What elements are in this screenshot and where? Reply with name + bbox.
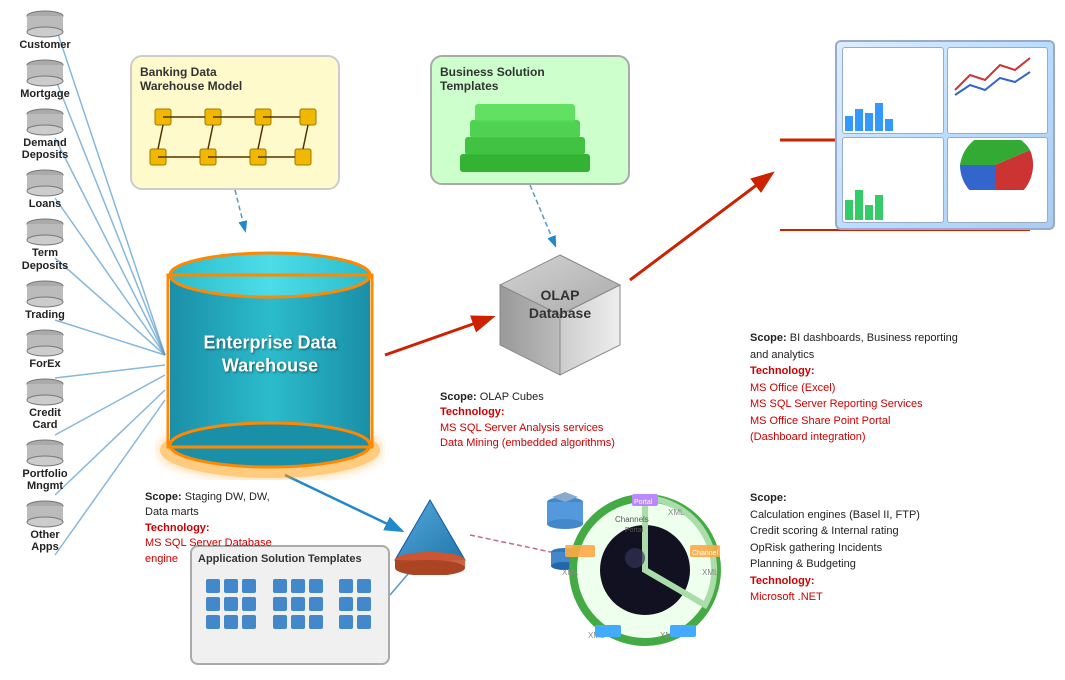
svg-text:XML: XML	[668, 508, 685, 517]
datasource-forex: ForEx	[0, 329, 90, 370]
edw-container: Enterprise Data Warehouse	[155, 230, 385, 480]
datasource-other-apps: OtherApps	[0, 500, 90, 553]
bi-panel-2	[947, 47, 1049, 134]
scope-edw: Scope: Staging DW, DW,Data marts Technol…	[145, 490, 345, 567]
scope-olap: Scope: OLAP Cubes Technology: MS SQL Ser…	[440, 390, 650, 452]
bi-panel-3	[842, 137, 944, 224]
scope-calc: Scope: Calculation engines (Basel II, FT…	[750, 490, 1010, 606]
circular-diagram: XML XML XML XML XML Channels Portal Port…	[560, 490, 730, 650]
svg-text:Channel: Channel	[692, 550, 719, 557]
bi-panel-1	[842, 47, 944, 134]
datasource-portfolio: PortfolioMngmt	[0, 439, 90, 492]
scope-bi: Scope: BI dashboards, Business reporting…	[750, 330, 990, 446]
datasource-loans: Loans	[0, 169, 90, 210]
datasource-trading: Trading	[0, 280, 90, 321]
datasource-customer: Customer	[0, 10, 90, 51]
datasource-mortgage: Mortgage	[0, 59, 90, 100]
bst-box: Business Solution Templates	[430, 55, 630, 185]
datasource-demand-deposits: DemandDeposits	[0, 108, 90, 161]
datasource-term-deposits: TermDeposits	[0, 218, 90, 271]
etl-triangle	[390, 495, 470, 575]
bst-box-title: Business Solution Templates	[440, 65, 620, 93]
svg-text:XML: XML	[702, 568, 719, 577]
svg-text:Portal: Portal	[625, 527, 644, 534]
banking-box: Banking Data Warehouse Model	[130, 55, 340, 190]
olap-container: OLAP Database	[490, 245, 630, 385]
svg-text:Portal: Portal	[634, 499, 653, 506]
network-diagram	[140, 99, 330, 189]
banking-box-title: Banking Data Warehouse Model	[140, 65, 330, 93]
svg-text:Channels: Channels	[615, 515, 649, 524]
bst-layers-diagram	[440, 99, 620, 192]
datasource-credit-card: CreditCard	[0, 378, 90, 431]
bi-screenshot	[835, 40, 1055, 230]
svg-text:XML: XML	[562, 568, 579, 577]
data-sources-panel: Customer Mortgage DemandDeposits Loans T…	[0, 0, 90, 680]
bi-panel-4	[947, 137, 1049, 224]
